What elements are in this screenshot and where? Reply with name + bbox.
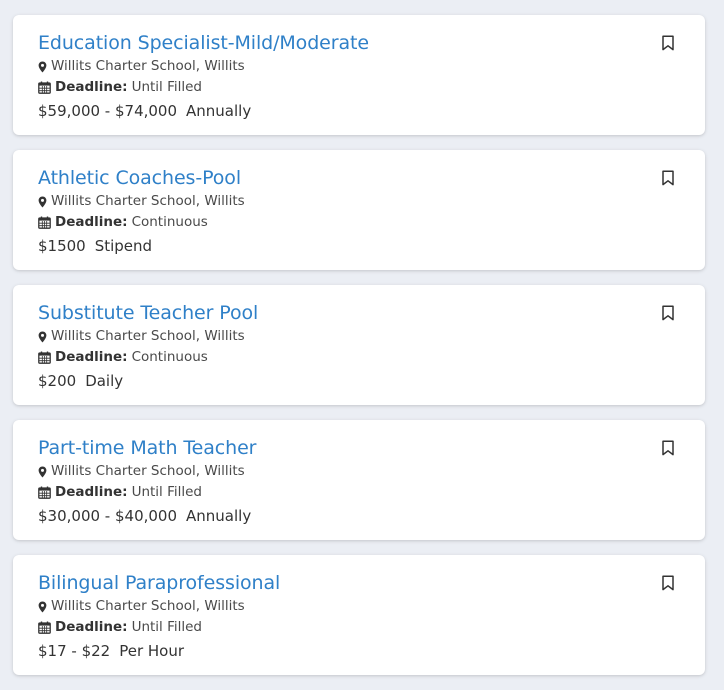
job-salary: $30,000 - $40,000 Annually [38, 504, 681, 528]
bookmark-icon[interactable] [661, 170, 675, 186]
job-location-text: Willits Charter School, Willits [51, 463, 245, 479]
job-location: Willits Charter School, Willits [38, 326, 681, 347]
map-marker-icon [38, 331, 47, 343]
deadline-label: Deadline: [55, 214, 128, 230]
job-deadline: Deadline: Continuous [38, 212, 681, 233]
salary-period: Annually [186, 102, 252, 120]
job-card: Bilingual Paraprofessional Willits Chart… [13, 555, 705, 675]
job-card: Part-time Math Teacher Willits Charter S… [13, 420, 705, 540]
bookmark-icon[interactable] [661, 35, 675, 51]
salary-amount: $30,000 - $40,000 [38, 507, 178, 525]
calendar-icon [38, 621, 51, 634]
job-card: Substitute Teacher Pool Willits Charter … [13, 285, 705, 405]
salary-period: Stipend [94, 237, 153, 255]
job-title-link[interactable]: Part-time Math Teacher [38, 436, 681, 461]
salary-period: Per Hour [119, 642, 185, 660]
calendar-icon [38, 351, 51, 364]
salary-amount: $1500 [38, 237, 86, 255]
deadline-label: Deadline: [55, 484, 128, 500]
deadline-value: Until Filled [131, 79, 202, 95]
job-location: Willits Charter School, Willits [38, 596, 681, 617]
job-card: Athletic Coaches-Pool Willits Charter Sc… [13, 150, 705, 270]
salary-period: Annually [186, 507, 252, 525]
job-location: Willits Charter School, Willits [38, 56, 681, 77]
job-location-text: Willits Charter School, Willits [51, 193, 245, 209]
deadline-label: Deadline: [55, 79, 128, 95]
map-marker-icon [38, 196, 47, 208]
job-deadline: Deadline: Until Filled [38, 77, 681, 98]
map-marker-icon [38, 61, 47, 73]
deadline-value: Continuous [131, 214, 208, 230]
job-salary: $200 Daily [38, 369, 681, 393]
salary-period: Daily [85, 372, 124, 390]
map-marker-icon [38, 601, 47, 613]
job-salary: $17 - $22 Per Hour [38, 639, 681, 663]
job-location-text: Willits Charter School, Willits [51, 598, 245, 614]
map-marker-icon [38, 466, 47, 478]
salary-amount: $59,000 - $74,000 [38, 102, 178, 120]
job-title-link[interactable]: Education Specialist-Mild/Moderate [38, 31, 681, 56]
job-title-link[interactable]: Substitute Teacher Pool [38, 301, 681, 326]
bookmark-icon[interactable] [661, 305, 675, 321]
calendar-icon [38, 486, 51, 499]
calendar-icon [38, 81, 51, 94]
job-location: Willits Charter School, Willits [38, 461, 681, 482]
job-title-link[interactable]: Bilingual Paraprofessional [38, 571, 681, 596]
job-salary: $1500 Stipend [38, 234, 681, 258]
deadline-value: Until Filled [131, 619, 202, 635]
job-list: Education Specialist-Mild/Moderate Willi… [13, 15, 705, 690]
deadline-value: Until Filled [131, 484, 202, 500]
job-deadline: Deadline: Continuous [38, 347, 681, 368]
job-deadline: Deadline: Until Filled [38, 482, 681, 503]
job-deadline: Deadline: Until Filled [38, 617, 681, 638]
calendar-icon [38, 216, 51, 229]
job-card: Education Specialist-Mild/Moderate Willi… [13, 15, 705, 135]
job-title-link[interactable]: Athletic Coaches-Pool [38, 166, 681, 191]
salary-amount: $200 [38, 372, 77, 390]
bookmark-icon[interactable] [661, 575, 675, 591]
salary-amount: $17 - $22 [38, 642, 111, 660]
job-salary: $59,000 - $74,000 Annually [38, 99, 681, 123]
job-location: Willits Charter School, Willits [38, 191, 681, 212]
deadline-value: Continuous [131, 349, 208, 365]
deadline-label: Deadline: [55, 619, 128, 635]
job-location-text: Willits Charter School, Willits [51, 58, 245, 74]
job-location-text: Willits Charter School, Willits [51, 328, 245, 344]
deadline-label: Deadline: [55, 349, 128, 365]
bookmark-icon[interactable] [661, 440, 675, 456]
